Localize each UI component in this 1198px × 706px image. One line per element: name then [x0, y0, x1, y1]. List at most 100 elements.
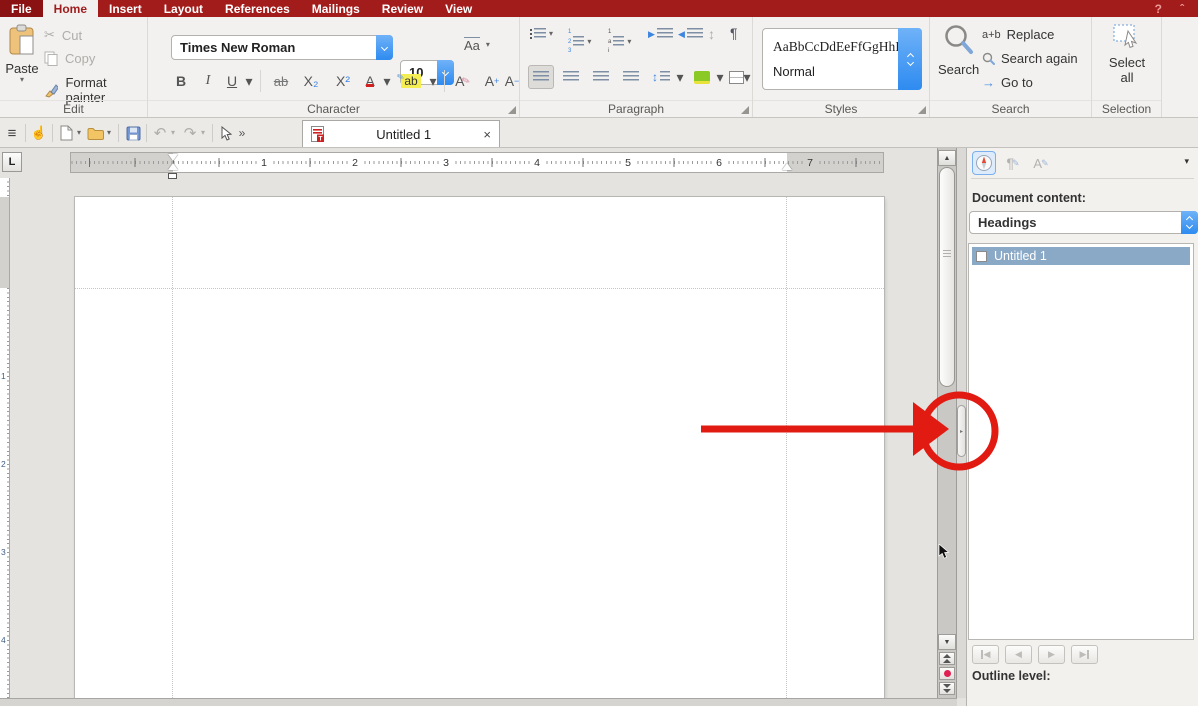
navigator-tab-button[interactable]	[972, 151, 996, 175]
vertical-scrollbar[interactable]: ▲ ▼	[937, 148, 957, 698]
right-indent-marker[interactable]	[782, 163, 792, 170]
new-document-button[interactable]	[58, 118, 74, 148]
next-page-button[interactable]	[939, 682, 955, 695]
tab-review[interactable]: Review	[371, 0, 434, 17]
tab-layout[interactable]: Layout	[153, 0, 214, 17]
document-page[interactable]	[75, 197, 884, 698]
paragraph-background-button[interactable]	[690, 65, 714, 89]
underline-dropdown-arrow[interactable]: ▾	[243, 69, 255, 93]
go-previous-button[interactable]: ◀	[1005, 645, 1032, 664]
paragraph-dialog-launcher[interactable]	[741, 106, 749, 114]
select-tool-button[interactable]	[218, 118, 234, 148]
line-spacing-button[interactable]: ↕	[648, 65, 674, 89]
scroll-down-button[interactable]: ▼	[938, 634, 956, 650]
style-picker[interactable]: AaBbCcDdEeFfGgHhIi Normal	[762, 28, 922, 90]
document-tab-close-icon[interactable]: ×	[483, 127, 491, 142]
sidebar-hide-handle[interactable]: ▸	[957, 405, 966, 457]
font-name-dropdown-icon[interactable]	[376, 35, 393, 60]
copy-button[interactable]: Copy	[44, 51, 95, 66]
highlight-dropdown-arrow[interactable]: ▾	[427, 69, 439, 93]
sort-button[interactable]: ↕	[708, 26, 715, 42]
align-center-button[interactable]	[558, 65, 584, 89]
highlight-color-button[interactable]: ✎ ab	[397, 69, 425, 93]
styles-dialog-launcher[interactable]	[918, 106, 926, 114]
item-checkbox[interactable]	[976, 251, 987, 262]
bullet-list-button[interactable]: ▾	[530, 28, 553, 40]
redo-button[interactable]: ↷	[182, 118, 198, 148]
scrollbar-thumb[interactable]	[939, 167, 955, 387]
cut-button[interactable]: ✂ Cut	[44, 27, 82, 43]
vertical-ruler[interactable]: 1 2 3 4	[0, 178, 10, 698]
open-dropdown-arrow[interactable]: ▾	[104, 118, 114, 148]
formatting-marks-button[interactable]: ¶	[730, 25, 738, 41]
tab-insert[interactable]: Insert	[98, 0, 153, 17]
left-indent-marker[interactable]	[168, 173, 177, 179]
go-first-button[interactable]: ◀	[972, 645, 999, 664]
paste-dropdown-arrow[interactable]: ▾	[4, 76, 40, 84]
panel-menu-icon[interactable]: ▾	[1184, 156, 1189, 167]
content-type-spinner[interactable]	[1181, 211, 1198, 234]
open-button[interactable]	[86, 118, 104, 148]
search-button[interactable]: Search	[938, 23, 978, 77]
horizontal-scrollbar[interactable]	[0, 698, 957, 706]
select-all-button[interactable]: Select all	[1092, 23, 1162, 86]
style-spinner[interactable]	[898, 28, 922, 90]
tab-file[interactable]: File	[0, 0, 43, 17]
horizontal-ruler[interactable]: 1 2 3 4 5 6 7	[70, 152, 884, 173]
tab-references[interactable]: References	[214, 0, 301, 17]
paste-button[interactable]: Paste ▾	[4, 24, 40, 84]
redo-dropdown-arrow[interactable]: ▾	[198, 118, 208, 148]
content-type-dropdown[interactable]: Headings	[969, 211, 1198, 234]
superscript-button[interactable]: X²	[330, 69, 356, 93]
tab-mailings[interactable]: Mailings	[301, 0, 371, 17]
borders-dropdown-arrow[interactable]: ▾	[742, 65, 752, 89]
tab-view[interactable]: View	[434, 0, 483, 17]
first-line-indent-marker[interactable]	[168, 154, 178, 161]
font-color-dropdown-arrow[interactable]: ▾	[381, 69, 393, 93]
clear-formatting-button[interactable]: A ✎	[450, 69, 476, 93]
list-item[interactable]: Untitled 1	[972, 247, 1190, 265]
hanging-indent-marker[interactable]	[168, 163, 178, 170]
align-left-button[interactable]	[528, 65, 554, 89]
numbered-list-dropdown-arrow[interactable]: ▾	[587, 38, 591, 46]
align-right-button[interactable]	[588, 65, 614, 89]
save-button[interactable]	[124, 118, 142, 148]
navigation-button[interactable]	[939, 667, 955, 680]
goto-button[interactable]: → Go to	[982, 75, 1033, 90]
bold-button[interactable]: B	[170, 69, 192, 93]
outline-list-dropdown-arrow[interactable]: ▾	[627, 38, 631, 46]
sidebar-splitter[interactable]: ▸	[957, 148, 966, 698]
increase-indent-button[interactable]: ▶	[648, 28, 673, 40]
search-again-button[interactable]: Search again	[982, 51, 1078, 66]
undo-button[interactable]: ↶	[152, 118, 168, 148]
bullet-list-dropdown-arrow[interactable]: ▾	[549, 30, 553, 38]
toolbar-overflow-button[interactable]: »	[236, 118, 248, 148]
numbered-list-button[interactable]: 123 ▾	[568, 28, 591, 57]
previous-page-button[interactable]	[939, 652, 955, 665]
change-case-dropdown-arrow[interactable]: ▾	[486, 41, 490, 49]
gesture-mode-button[interactable]: ☝	[30, 118, 48, 148]
replace-button[interactable]: a+b Replace	[982, 27, 1054, 42]
undo-dropdown-arrow[interactable]: ▾	[168, 118, 178, 148]
paragraph-styles-tab-button[interactable]: ¶✎	[1001, 151, 1025, 175]
tab-stop-selector-button[interactable]: L	[2, 152, 22, 172]
change-case-button[interactable]: Aa ▾	[464, 37, 490, 53]
new-document-dropdown-arrow[interactable]: ▾	[74, 118, 84, 148]
line-spacing-dropdown-arrow[interactable]: ▾	[674, 65, 686, 89]
tab-home[interactable]: Home	[43, 0, 98, 17]
justify-button[interactable]	[618, 65, 644, 89]
background-dropdown-arrow[interactable]: ▾	[714, 65, 726, 89]
go-next-button[interactable]: ▶	[1038, 645, 1065, 664]
scroll-up-button[interactable]: ▲	[938, 150, 956, 166]
headings-list[interactable]: Untitled 1	[968, 243, 1194, 640]
go-last-button[interactable]: ▶	[1071, 645, 1098, 664]
help-icon[interactable]: ?	[1155, 2, 1162, 16]
underline-button[interactable]: U	[222, 69, 242, 93]
subscript-button[interactable]: X₂	[298, 69, 324, 93]
outline-list-button[interactable]: 1ai ▾	[608, 28, 631, 57]
font-name-combobox[interactable]: Times New Roman	[171, 35, 393, 60]
collapse-ribbon-icon[interactable]: ˆ	[1180, 2, 1184, 16]
character-dialog-launcher[interactable]	[508, 106, 516, 114]
decrease-indent-button[interactable]: ◀	[678, 28, 703, 40]
document-tab[interactable]: T Untitled 1 ×	[302, 120, 500, 147]
